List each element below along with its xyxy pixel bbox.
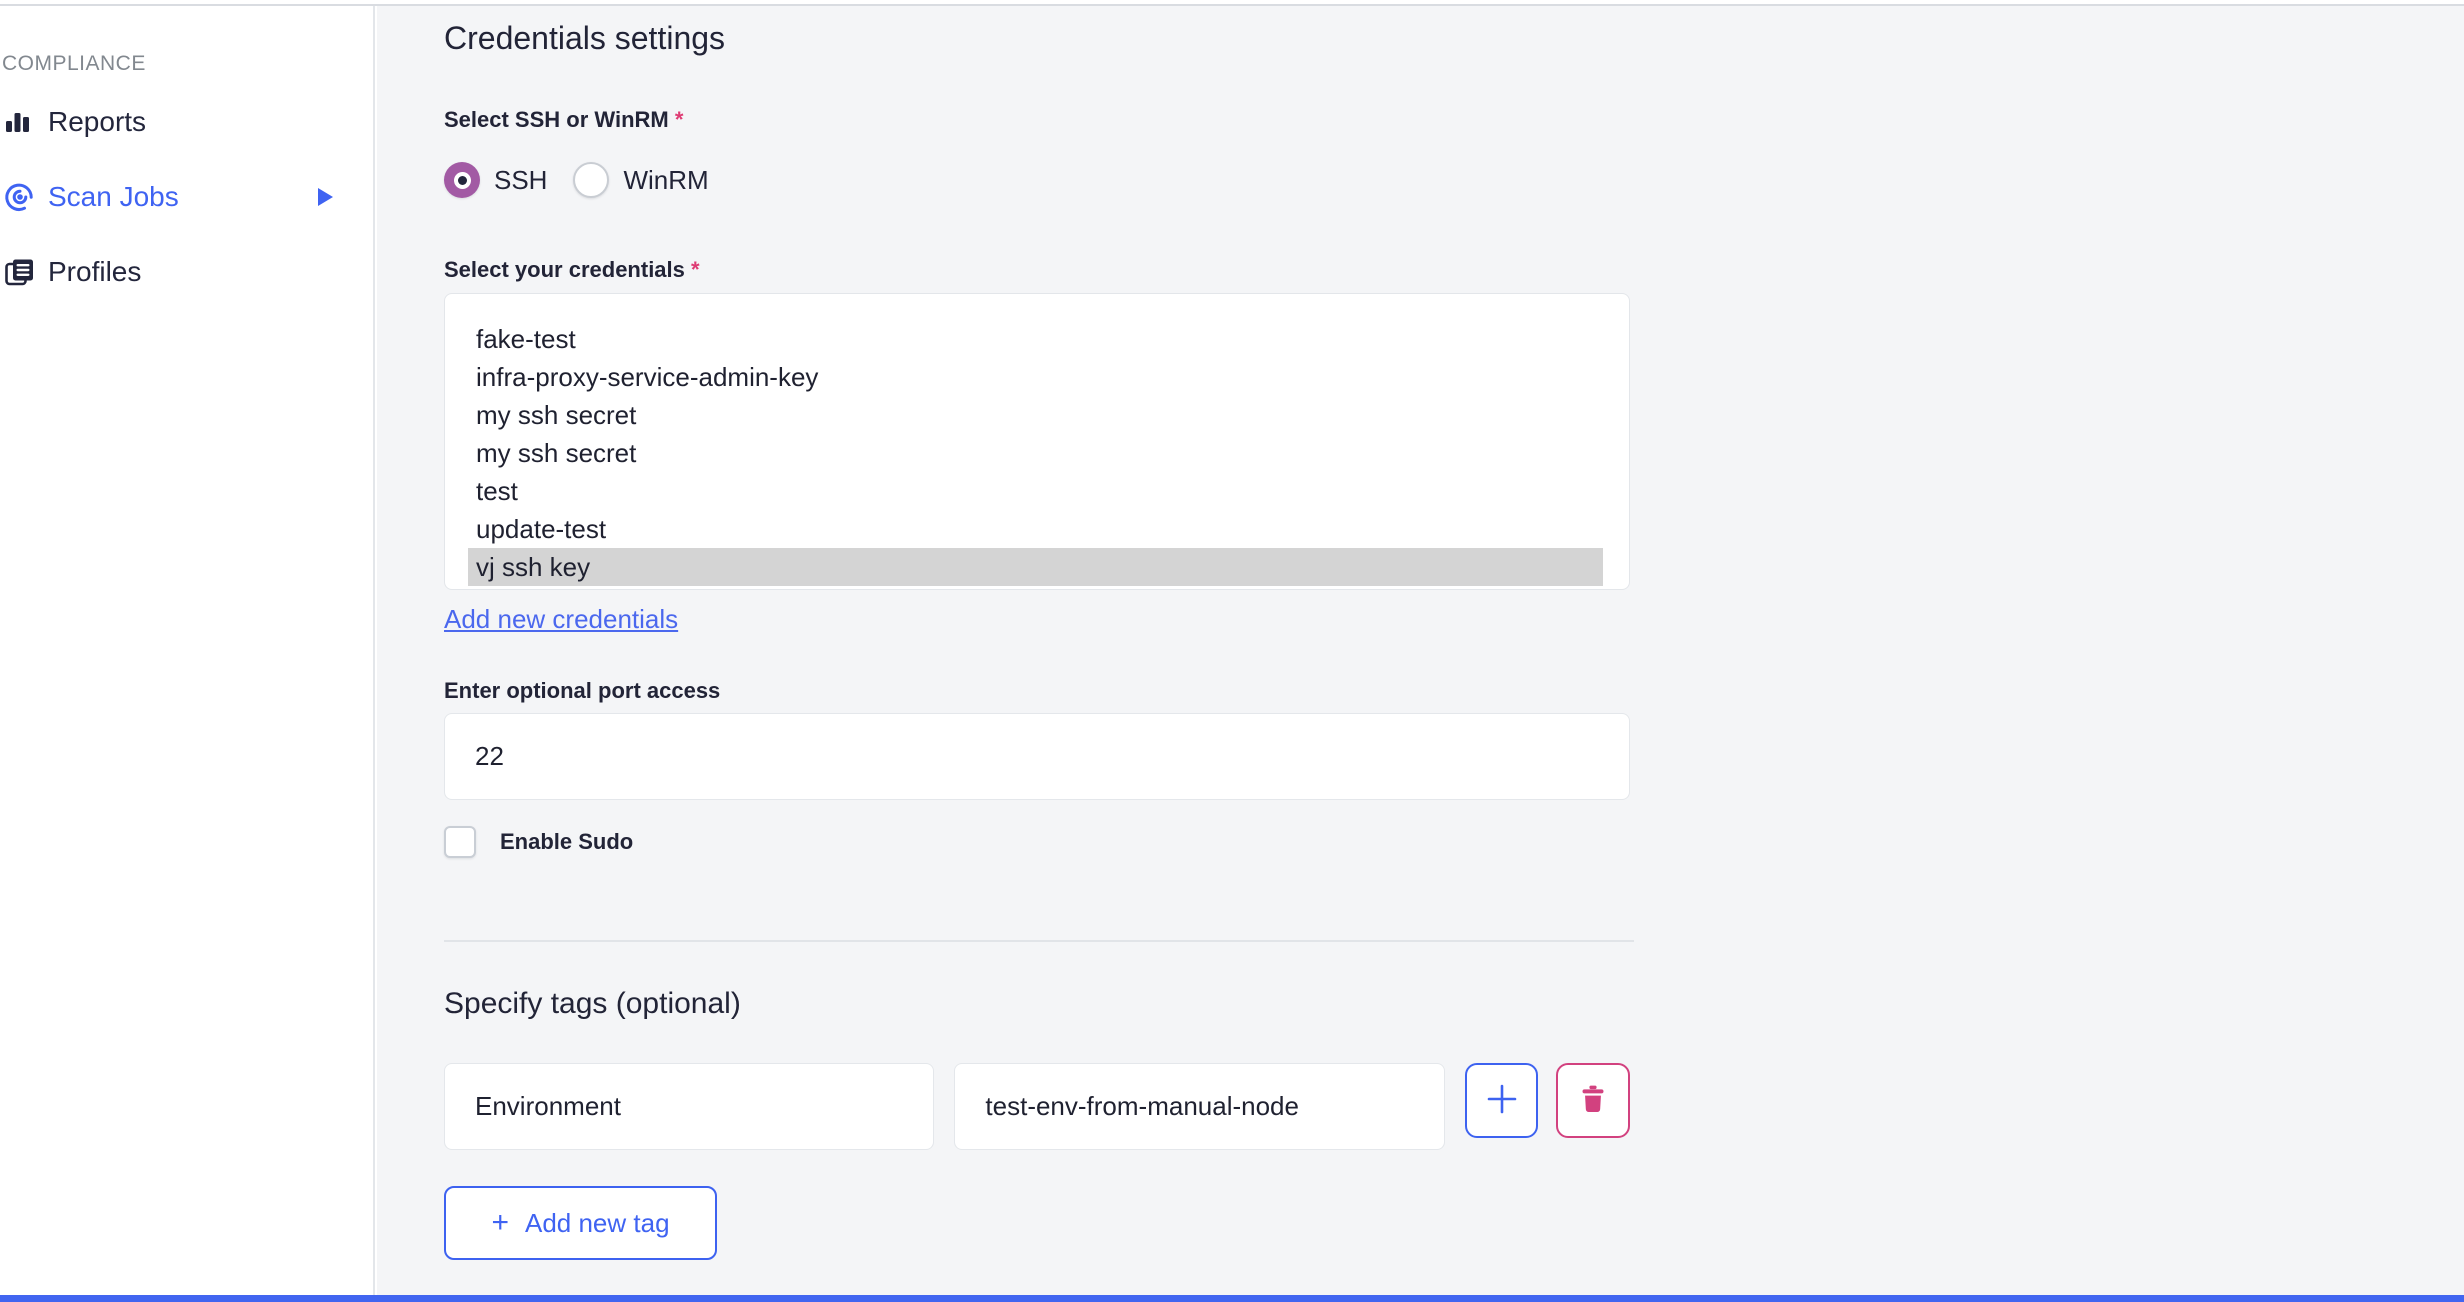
required-marker: * bbox=[674, 107, 684, 132]
credential-option[interactable]: my ssh secret bbox=[468, 396, 1603, 434]
sidebar-item-reports[interactable]: Reports bbox=[0, 84, 373, 159]
credentials-field-label: Select your credentials * bbox=[444, 257, 700, 282]
credential-option[interactable]: test bbox=[468, 472, 1603, 510]
radio-option-ssh[interactable]: SSH bbox=[444, 162, 547, 198]
credential-option[interactable]: infra-proxy-service-admin-key bbox=[468, 358, 1603, 396]
radio-option-winrm[interactable]: WinRM bbox=[573, 162, 709, 198]
tag-key-input[interactable] bbox=[444, 1063, 935, 1150]
radio-label-ssh[interactable]: SSH bbox=[494, 165, 547, 196]
radio-label-winrm[interactable]: WinRM bbox=[623, 165, 708, 196]
radio-winrm-unselected[interactable] bbox=[573, 162, 610, 198]
credential-option[interactable]: update-test bbox=[468, 510, 1603, 548]
page-title: Credentials settings bbox=[444, 20, 726, 56]
sidebar-section-label: COMPLIANCE bbox=[2, 52, 146, 75]
scan-jobs-broadcast-icon bbox=[4, 181, 48, 213]
trash-icon bbox=[1576, 1082, 1610, 1119]
profiles-documents-icon bbox=[4, 256, 48, 288]
credential-option-selected[interactable]: vj ssh key bbox=[468, 548, 1603, 586]
sidebar-item-profiles[interactable]: Profiles bbox=[0, 234, 373, 309]
credential-option[interactable]: my ssh secret bbox=[468, 434, 1603, 472]
section-divider bbox=[444, 940, 1634, 942]
tag-row bbox=[444, 1063, 1630, 1150]
tags-section-title: Specify tags (optional) bbox=[444, 987, 741, 1020]
enable-sudo-label[interactable]: Enable Sudo bbox=[500, 829, 633, 855]
sidebar-item-scan-jobs[interactable]: Scan Jobs bbox=[0, 159, 373, 234]
radio-ssh-selected[interactable] bbox=[444, 162, 480, 198]
port-field-label: Enter optional port access bbox=[444, 678, 721, 703]
credential-option[interactable]: fake-test bbox=[468, 320, 1603, 358]
add-new-credentials-link[interactable]: Add new credentials bbox=[444, 603, 678, 635]
enable-sudo-checkbox[interactable] bbox=[444, 826, 476, 858]
sidebar-item-label: Scan Jobs bbox=[48, 180, 179, 212]
sidebar-item-label: Profiles bbox=[48, 255, 142, 287]
add-tag-row-button[interactable] bbox=[1464, 1063, 1539, 1138]
protocol-field-label: Select SSH or WinRM * bbox=[444, 107, 684, 132]
sudo-checkbox-row: Enable Sudo bbox=[444, 824, 1630, 860]
submenu-arrow-icon[interactable] bbox=[318, 187, 333, 206]
port-input[interactable] bbox=[444, 713, 1630, 800]
plus-icon: + bbox=[491, 1206, 509, 1239]
bottom-accent-bar bbox=[0, 1295, 2464, 1302]
sidebar-nav-list: Reports Scan Jobs Profiles bbox=[0, 84, 373, 309]
tag-value-input[interactable] bbox=[954, 1063, 1445, 1150]
add-new-tag-label: Add new tag bbox=[524, 1207, 670, 1238]
reports-bar-chart-icon bbox=[4, 107, 48, 137]
required-marker: * bbox=[691, 257, 700, 282]
credentials-listbox[interactable]: fake-test infra-proxy-service-admin-key … bbox=[444, 293, 1630, 590]
protocol-radio-group: SSH WinRM bbox=[444, 160, 1630, 200]
sidebar: COMPLIANCE Reports Scan Jobs Profiles bbox=[0, 6, 375, 1295]
add-new-tag-button[interactable]: + Add new tag bbox=[444, 1186, 717, 1260]
main-panel: Credentials settings Select SSH or WinRM… bbox=[377, 6, 2464, 1295]
sidebar-item-label: Reports bbox=[48, 105, 147, 137]
delete-tag-row-button[interactable] bbox=[1556, 1063, 1630, 1138]
plus-icon bbox=[1485, 1082, 1519, 1119]
